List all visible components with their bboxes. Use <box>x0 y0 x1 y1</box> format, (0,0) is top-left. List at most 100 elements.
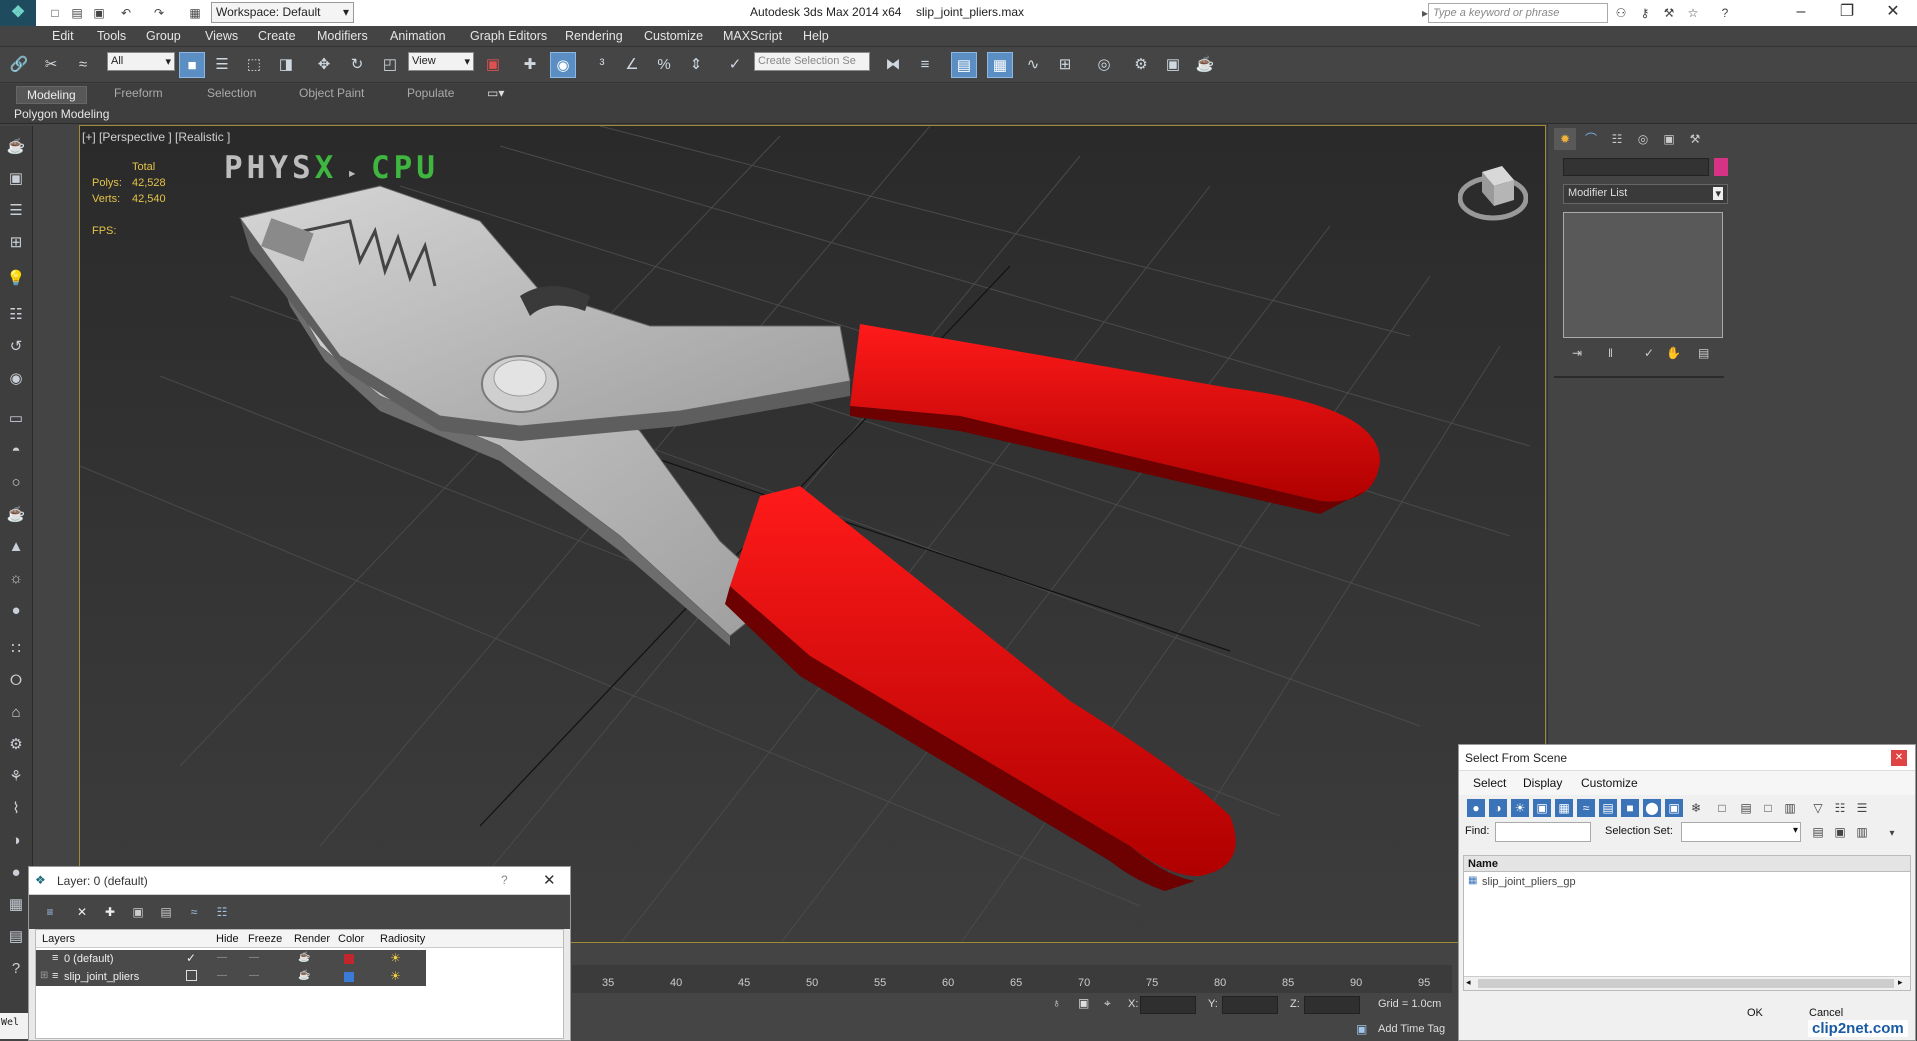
tab-selection[interactable]: Selection <box>207 86 256 100</box>
radiosity-icon[interactable]: ☀ <box>390 951 401 965</box>
display-bones-icon[interactable]: ⬤ <box>1643 799 1661 817</box>
star-icon[interactable]: ☆ <box>1684 4 1702 22</box>
restore-button[interactable]: ❐ <box>1824 0 1870 26</box>
tab-modeling[interactable]: Modeling <box>16 86 87 104</box>
add-to-layer-icon[interactable]: ✚ <box>101 903 119 921</box>
material-sphere-icon[interactable]: ◑ <box>5 830 27 852</box>
show-end-result-icon[interactable]: ‖ <box>1608 346 1613 360</box>
script-listener-icon[interactable]: ▦ <box>5 894 27 916</box>
dome-icon[interactable]: ◓ <box>5 440 27 462</box>
menu-help[interactable]: Help <box>803 29 829 43</box>
box-icon[interactable]: ▭ <box>5 408 27 430</box>
percent-snap-icon[interactable]: % <box>651 52 677 78</box>
table-row[interactable]: ≡ 0 (default) ✓ — — ☕ ☀ <box>36 950 426 968</box>
tab-object-paint[interactable]: Object Paint <box>299 86 364 100</box>
sphere-icon[interactable]: ○ <box>5 472 27 494</box>
table-row[interactable]: ⊞ ≡ slip_joint_pliers — — ☕ ☀ <box>36 968 426 986</box>
selection-set-dropdown[interactable]: ▾ <box>1681 822 1801 842</box>
layer-name[interactable]: 0 (default) <box>64 953 114 965</box>
display-spacewarps-icon[interactable]: ≈ <box>1577 799 1595 817</box>
z-coordinate-field[interactable] <box>1304 996 1360 1014</box>
pivot-center-icon[interactable]: ▣ <box>480 52 506 78</box>
align-icon[interactable]: ≡ <box>912 52 938 78</box>
particles-icon[interactable]: ∷ <box>5 638 27 660</box>
tab-freeform[interactable]: Freeform <box>114 86 163 100</box>
scroll-left-icon[interactable]: ◂ <box>1466 977 1471 988</box>
reference-coord-dropdown[interactable]: View ▾ <box>408 52 474 71</box>
hair-fur-icon[interactable]: ⌇ <box>5 798 27 820</box>
named-selection-set-dropdown[interactable]: Create Selection Se <box>754 52 870 71</box>
display-groups-icon[interactable]: ▤ <box>1599 799 1617 817</box>
cone-icon[interactable]: ▲ <box>5 536 27 558</box>
display-geometry-icon[interactable]: ● <box>1467 799 1485 817</box>
window-crossing-icon[interactable]: ◨ <box>273 52 299 78</box>
cart-icon[interactable]: ⚒ <box>1660 4 1678 22</box>
bind-space-warp-icon[interactable]: ≈ <box>70 52 96 78</box>
col-radiosity[interactable]: Radiosity <box>380 933 425 945</box>
render-setup-icon[interactable]: ⚙ <box>1128 52 1154 78</box>
configure-modifier-sets-icon[interactable]: ▤ <box>1698 346 1709 360</box>
select-invert-icon[interactable]: ▥ <box>1781 799 1799 817</box>
filter-icon[interactable]: ▽ <box>1809 799 1827 817</box>
layer-color-swatch[interactable] <box>344 954 354 964</box>
object-color-swatch[interactable] <box>1714 158 1728 176</box>
modify-tab-icon[interactable]: ⌒ <box>1580 128 1602 150</box>
create-tab-icon[interactable]: ✹ <box>1554 128 1576 150</box>
menu-edit[interactable]: Edit <box>52 29 74 43</box>
render-sphere-icon[interactable]: ● <box>5 862 27 884</box>
columns-icon[interactable]: ☰ <box>1853 799 1871 817</box>
scroll-right-icon[interactable]: ▸ <box>1898 977 1903 988</box>
motion-tab-icon[interactable]: ◎ <box>1632 128 1654 150</box>
selection-set-edit-icon[interactable]: ▤ <box>1809 823 1827 841</box>
layer-color-swatch[interactable] <box>344 972 354 982</box>
object-name[interactable]: slip_joint_pliers_gp <box>1482 876 1576 888</box>
ribbon-options-icon[interactable]: ▭▾ <box>487 86 504 100</box>
display-helpers-icon[interactable]: ▦ <box>1555 799 1573 817</box>
help-icon[interactable]: ? <box>1716 4 1734 22</box>
workspace-dropdown[interactable]: Workspace: Default ▾ <box>211 2 354 23</box>
horizontal-scrollbar[interactable]: ◂ ▸ <box>1464 976 1910 990</box>
scale-icon[interactable]: ◰ <box>377 52 403 78</box>
timeline-trackbar[interactable]: 35 40 45 50 55 60 65 70 75 80 85 90 95 <box>572 965 1452 993</box>
save-file-icon[interactable]: ▣ <box>90 4 108 22</box>
open-file-icon[interactable]: ▤ <box>68 4 86 22</box>
document-icon[interactable]: ▤ <box>5 926 27 948</box>
cancel-button[interactable]: Cancel <box>1809 1007 1843 1019</box>
display-lights-icon[interactable]: ☀ <box>1511 799 1529 817</box>
viewport-label[interactable]: [+] [Perspective ] [Realistic ] <box>82 130 230 144</box>
angle-snap-icon[interactable]: ∠ <box>619 52 645 78</box>
undo-icon[interactable]: ↶ <box>117 4 135 22</box>
unlink-icon[interactable]: ✂ <box>38 52 64 78</box>
render-toggle-icon[interactable]: ☕ <box>298 970 310 981</box>
display-shapes-icon[interactable]: ◑ <box>1489 799 1507 817</box>
material-editor-icon[interactable]: ◎ <box>1091 52 1117 78</box>
link-icon[interactable]: 🔗 <box>6 52 32 78</box>
hierarchy-view-icon[interactable]: ☷ <box>1831 799 1849 817</box>
menu-customize[interactable]: Customize <box>644 29 703 43</box>
sfs-menu-display[interactable]: Display <box>1523 776 1562 790</box>
display-containers-icon[interactable]: ▣ <box>1665 799 1683 817</box>
col-layers[interactable]: Layers <box>42 933 75 945</box>
orb-icon[interactable]: ● <box>5 600 27 622</box>
edit-named-selection-icon[interactable]: ✓ <box>722 52 748 78</box>
ok-button[interactable]: OK <box>1747 1007 1763 1019</box>
graphite-ribbon-icon[interactable]: ▦ <box>987 52 1013 78</box>
x-coordinate-field[interactable] <box>1140 996 1196 1014</box>
col-color[interactable]: Color <box>338 933 364 945</box>
layer-dialog-help-button[interactable]: ? <box>501 873 508 887</box>
menu-maxscript[interactable]: MAXScript <box>723 29 782 43</box>
curve-editor-icon[interactable]: ∿ <box>1020 52 1046 78</box>
hierarchy-tab-icon[interactable]: ☷ <box>1606 128 1628 150</box>
select-in-layer-icon[interactable]: ▣ <box>129 903 147 921</box>
object-name-field[interactable] <box>1563 158 1709 176</box>
hide-toggle-icon[interactable]: — <box>217 952 227 963</box>
polygon-modeling-label[interactable]: Polygon Modeling <box>14 107 109 121</box>
redo-icon[interactable]: ↷ <box>150 4 168 22</box>
list-icon[interactable]: ☰ <box>5 200 27 222</box>
help-circle-icon[interactable]: ? <box>5 958 27 980</box>
teapot-primitive-icon[interactable]: ☕ <box>5 504 27 526</box>
active-layer-check-icon[interactable]: ✓ <box>186 951 196 965</box>
layer-name[interactable]: slip_joint_pliers <box>64 971 139 983</box>
options-chevron-icon[interactable]: ▾ <box>1883 825 1901 843</box>
sfs-close-button[interactable]: ✕ <box>1891 750 1907 766</box>
